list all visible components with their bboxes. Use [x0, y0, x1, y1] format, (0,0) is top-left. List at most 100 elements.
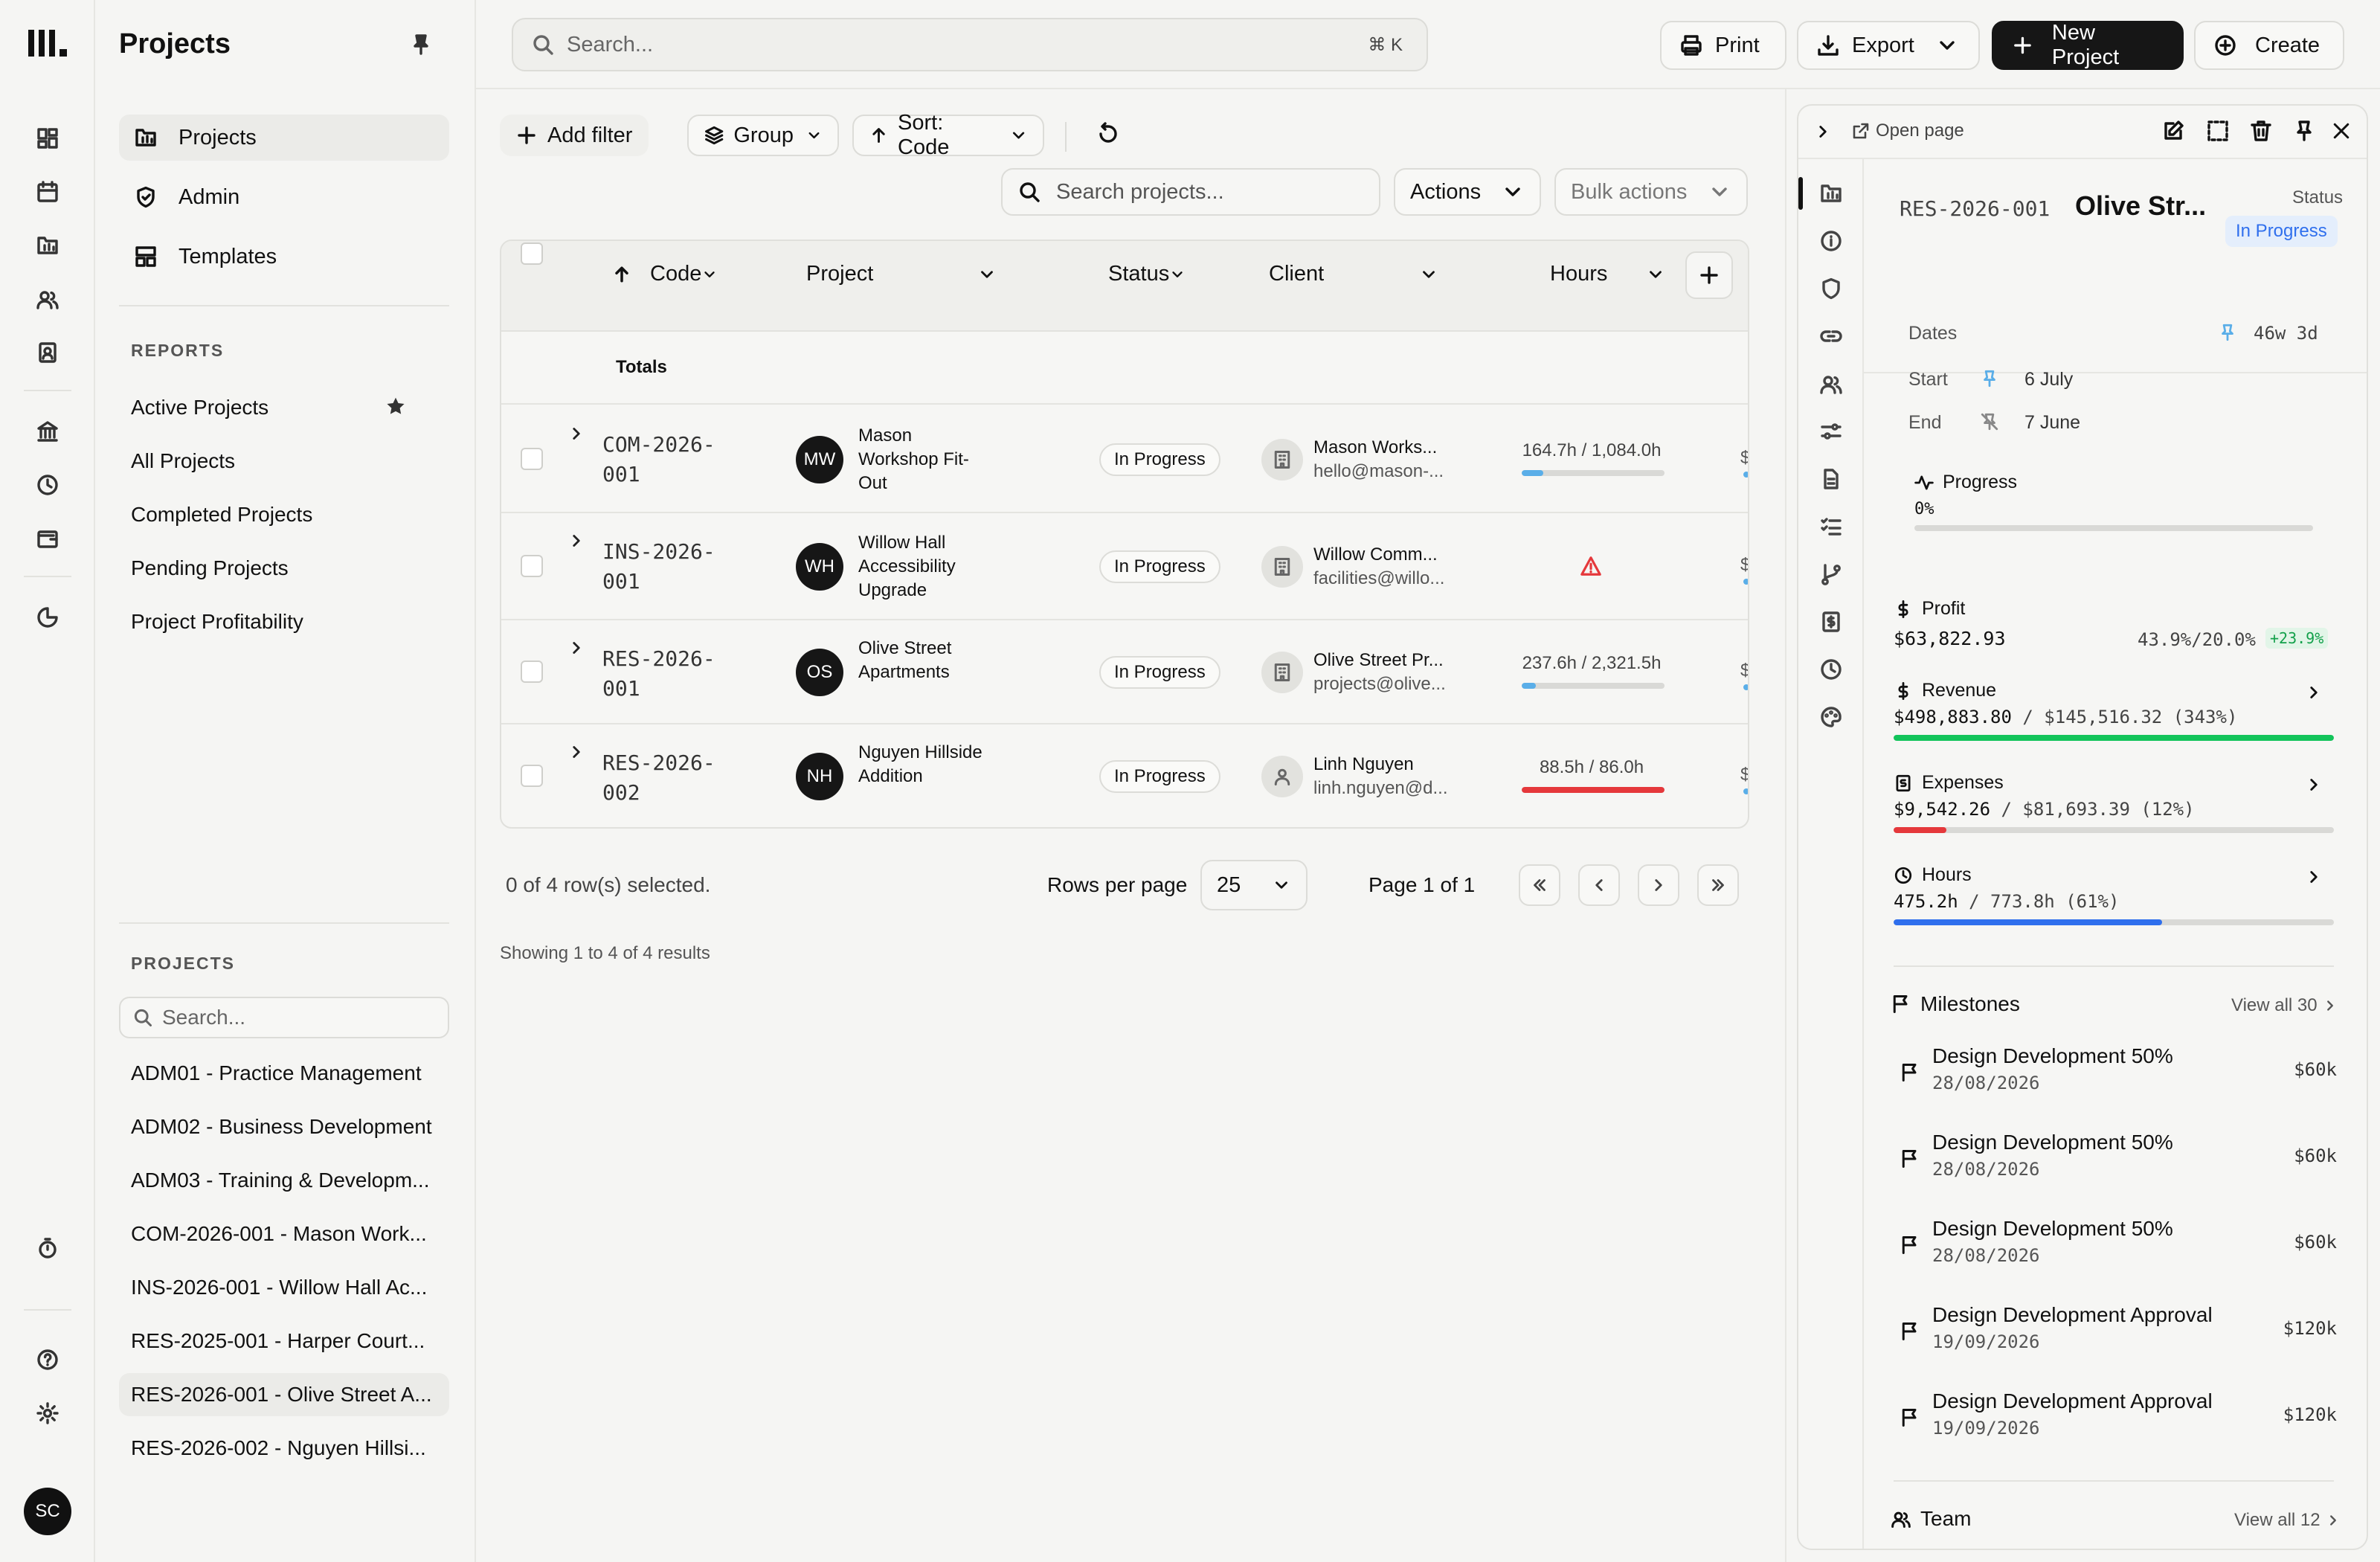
select-all-checkbox[interactable] — [521, 242, 543, 265]
clock-icon[interactable] — [33, 470, 62, 500]
first-page-button[interactable] — [1519, 864, 1560, 906]
client-info[interactable]: Willow Comm... facilities@willo... — [1313, 543, 1462, 591]
new-project-button[interactable]: New Project — [1992, 21, 2184, 70]
report-active-projects[interactable]: Active Projects — [131, 396, 268, 420]
trash-icon[interactable] — [2249, 119, 2273, 143]
project-link[interactable]: ADM01 - Practice Management — [119, 1052, 449, 1095]
sort-button[interactable]: Sort: Code — [852, 111, 1044, 159]
project-link-active[interactable]: RES-2026-001 - Olive Street A... — [119, 1373, 449, 1416]
sliders-icon[interactable] — [1819, 420, 1843, 443]
git-branch-icon[interactable] — [1819, 562, 1843, 586]
add-column-button[interactable] — [1685, 251, 1733, 299]
expenses-heading[interactable]: Expenses — [1894, 772, 2004, 794]
nav-templates[interactable]: Templates — [119, 234, 449, 280]
client-info[interactable]: Mason Works... hello@mason-... — [1313, 436, 1462, 483]
project-link[interactable]: INS-2026-001 - Willow Hall Ac... — [119, 1266, 449, 1309]
settings-gear-icon[interactable] — [33, 1398, 62, 1428]
chevron-right-icon[interactable] — [2304, 867, 2323, 887]
report-project-profitability[interactable]: Project Profitability — [131, 610, 303, 634]
nav-projects[interactable]: Projects — [119, 115, 449, 161]
report-all-projects[interactable]: All Projects — [131, 449, 235, 473]
column-header-project[interactable]: Project — [806, 262, 997, 286]
column-header-hours[interactable]: Hours — [1550, 262, 1665, 286]
projects-icon[interactable] — [1819, 181, 1843, 205]
palette-icon[interactable] — [1819, 705, 1843, 729]
export-button[interactable]: Export — [1797, 21, 1980, 70]
milestone-item[interactable]: Design Development 50% 28/08/2026 $60k — [1891, 1131, 2337, 1193]
expand-row-icon[interactable] — [567, 424, 586, 443]
link-icon[interactable] — [1819, 324, 1843, 348]
add-filter-button[interactable]: Add filter — [500, 115, 649, 156]
client-info[interactable]: Linh Nguyen linh.nguyen@d... — [1313, 753, 1462, 800]
sidebar-project-search[interactable]: Search... — [119, 997, 449, 1038]
expand-row-icon[interactable] — [567, 531, 586, 550]
project-name[interactable]: Willow Hall Accessibility Upgrade — [858, 531, 992, 602]
info-icon[interactable] — [1819, 229, 1843, 253]
status-badge[interactable]: In Progress — [1099, 550, 1220, 583]
clock-icon[interactable] — [1819, 658, 1843, 681]
timer-icon[interactable] — [33, 1233, 62, 1263]
column-header-code[interactable]: Code — [611, 262, 718, 286]
people-icon[interactable] — [33, 284, 62, 314]
chevron-right-icon[interactable] — [2304, 683, 2323, 702]
expand-row-icon[interactable] — [567, 742, 586, 762]
project-name[interactable]: Olive Street Apartments — [858, 637, 992, 684]
close-icon[interactable] — [2331, 120, 2352, 141]
people-icon[interactable] — [1819, 372, 1843, 396]
rows-per-page-select[interactable]: 25 — [1200, 860, 1308, 910]
project-link[interactable]: RES-2026-002 - Nguyen Hillsi... — [119, 1427, 449, 1470]
group-button[interactable]: Group — [687, 115, 839, 156]
checklist-icon[interactable] — [1819, 515, 1843, 539]
pin-icon[interactable] — [409, 33, 433, 57]
project-link[interactable]: RES-2025-001 - Harper Court... — [119, 1320, 449, 1363]
milestone-item[interactable]: Design Development Approval 19/09/2026 $12… — [1891, 1389, 2337, 1452]
global-search[interactable]: Search... ⌘ K — [512, 18, 1428, 71]
report-completed-projects[interactable]: Completed Projects — [131, 503, 312, 527]
column-header-status[interactable]: Status — [1108, 262, 1186, 286]
team-view-all-link[interactable]: View all 12 — [2234, 1510, 2341, 1531]
bank-icon[interactable] — [33, 417, 62, 446]
bulk-actions-dropdown[interactable]: Bulk actions — [1554, 168, 1748, 216]
status-badge[interactable]: In Progress — [2225, 216, 2338, 247]
milestone-item[interactable]: Design Development 50% 28/08/2026 $60k — [1891, 1044, 2337, 1107]
create-button[interactable]: Create — [2194, 21, 2344, 70]
row-checkbox[interactable] — [521, 765, 543, 787]
last-page-button[interactable] — [1697, 864, 1739, 906]
project-name[interactable]: Mason Workshop Fit-Out — [858, 424, 992, 495]
document-icon[interactable] — [1819, 467, 1843, 491]
row-checkbox[interactable] — [521, 661, 543, 683]
row-checkbox[interactable] — [521, 448, 543, 470]
nav-admin[interactable]: Admin — [119, 174, 449, 220]
previous-page-button[interactable] — [1578, 864, 1620, 906]
actions-dropdown[interactable]: Actions — [1394, 168, 1541, 216]
client-info[interactable]: Olive Street Pr... projects@olive... — [1313, 649, 1462, 696]
milestone-item[interactable]: Design Development 50% 28/08/2026 $60k — [1891, 1217, 2337, 1279]
user-avatar[interactable]: SC — [24, 1488, 71, 1535]
next-page-button[interactable] — [1638, 864, 1679, 906]
project-link[interactable]: ADM03 - Training & Developm... — [119, 1159, 449, 1202]
print-button[interactable]: Print — [1660, 21, 1786, 70]
milestones-view-all-link[interactable]: View all 30 — [2231, 995, 2338, 1016]
status-badge[interactable]: In Progress — [1099, 760, 1220, 793]
hours-heading[interactable]: Hours — [1894, 864, 1972, 886]
chevron-right-icon[interactable] — [2304, 775, 2323, 794]
pin-icon[interactable] — [2292, 119, 2316, 143]
dashboard-icon[interactable] — [33, 123, 62, 153]
shield-icon[interactable] — [1819, 277, 1843, 300]
table-row[interactable]: INS-2026- 001 WH Willow Hall Accessibility … — [501, 513, 1748, 620]
project-link[interactable]: ADM02 - Business Development — [119, 1105, 449, 1148]
report-pending-projects[interactable]: Pending Projects — [131, 556, 289, 580]
calendar-icon[interactable] — [33, 177, 62, 207]
star-icon[interactable] — [385, 396, 406, 417]
table-search-input[interactable]: Search projects... — [1001, 168, 1380, 216]
app-logo[interactable] — [28, 27, 73, 60]
project-link[interactable]: COM-2026-001 - Mason Work... — [119, 1212, 449, 1256]
revenue-heading[interactable]: Revenue — [1894, 680, 1996, 701]
help-icon[interactable] — [33, 1345, 62, 1375]
invoice-icon[interactable] — [1819, 610, 1843, 634]
expand-row-icon[interactable] — [567, 638, 586, 658]
status-badge[interactable]: In Progress — [1099, 443, 1220, 476]
open-page-link[interactable]: Open page — [1852, 120, 1964, 141]
table-row[interactable]: COM-2026- 001 MW Mason Workshop Fit-Out In P… — [501, 406, 1748, 513]
milestone-item[interactable]: Design Development Approval 19/09/2026 $12… — [1891, 1303, 2337, 1366]
